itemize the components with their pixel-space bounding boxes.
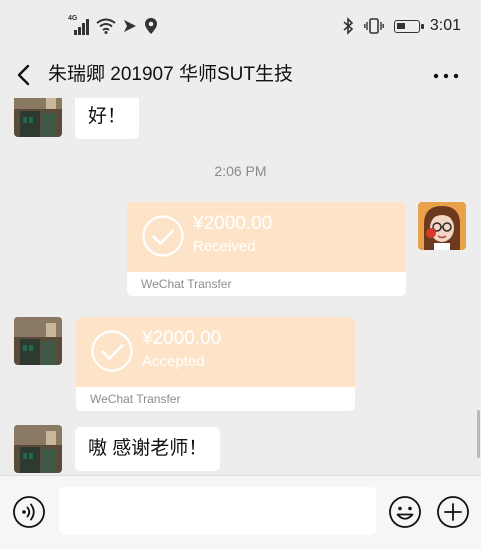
transfer-footer: WeChat Transfer bbox=[127, 272, 406, 296]
my-avatar[interactable] bbox=[418, 202, 466, 250]
message-bubble[interactable]: 嗷 感谢老师！ bbox=[75, 427, 221, 471]
transfer-amount: ¥2000.00 bbox=[142, 328, 222, 349]
status-right: 3:01 bbox=[342, 14, 461, 38]
status-left: 4G bbox=[68, 14, 158, 38]
transfer-card-accepted[interactable]: ¥2000.00 Accepted WeChat Transfer bbox=[76, 317, 355, 411]
battery-icon bbox=[393, 19, 424, 33]
contact-avatar[interactable] bbox=[14, 98, 62, 137]
chat-title: 朱瑞卿 201907 华师SUT生技 bbox=[48, 64, 293, 85]
status-time: 3:01 bbox=[429, 17, 461, 34]
message-timestamp: 2:06 PM bbox=[214, 163, 267, 179]
contact-avatar[interactable] bbox=[14, 425, 62, 473]
contact-avatar[interactable] bbox=[14, 317, 62, 365]
transfer-footer: WeChat Transfer bbox=[76, 387, 355, 411]
message-bubble[interactable]: 好！ bbox=[75, 98, 140, 139]
bluetooth-icon bbox=[343, 17, 354, 35]
transfer-card-received[interactable]: ¥2000.00 Received WeChat Transfer bbox=[127, 202, 406, 296]
more-options-icon[interactable] bbox=[431, 58, 461, 92]
plus-icon[interactable] bbox=[436, 495, 470, 529]
wifi-icon bbox=[96, 18, 116, 34]
message-input[interactable] bbox=[59, 487, 376, 535]
data-arrow-icon bbox=[124, 20, 136, 32]
voice-input-icon[interactable] bbox=[12, 495, 46, 529]
signal-icon: 4G bbox=[68, 15, 90, 35]
back-arrow-icon[interactable] bbox=[12, 58, 40, 92]
message-list[interactable]: 好！ 2:06 PM ¥2000.00 Received WeChat Tran… bbox=[0, 98, 481, 475]
location-icon bbox=[145, 18, 157, 34]
scrollbar[interactable] bbox=[477, 410, 480, 458]
check-circle-icon bbox=[91, 330, 133, 372]
transfer-status: Received bbox=[193, 238, 256, 255]
chat-header: 朱瑞卿 201907 华师SUT生技 bbox=[0, 52, 481, 98]
transfer-status: Accepted bbox=[142, 353, 205, 370]
input-bar bbox=[0, 475, 481, 549]
emoji-icon[interactable] bbox=[388, 495, 422, 529]
network-tag: 4G bbox=[68, 15, 78, 22]
transfer-amount: ¥2000.00 bbox=[193, 213, 273, 234]
vibrate-icon bbox=[363, 18, 384, 34]
check-circle-icon bbox=[142, 215, 184, 257]
status-bar: 4G 3:01 bbox=[0, 0, 481, 52]
